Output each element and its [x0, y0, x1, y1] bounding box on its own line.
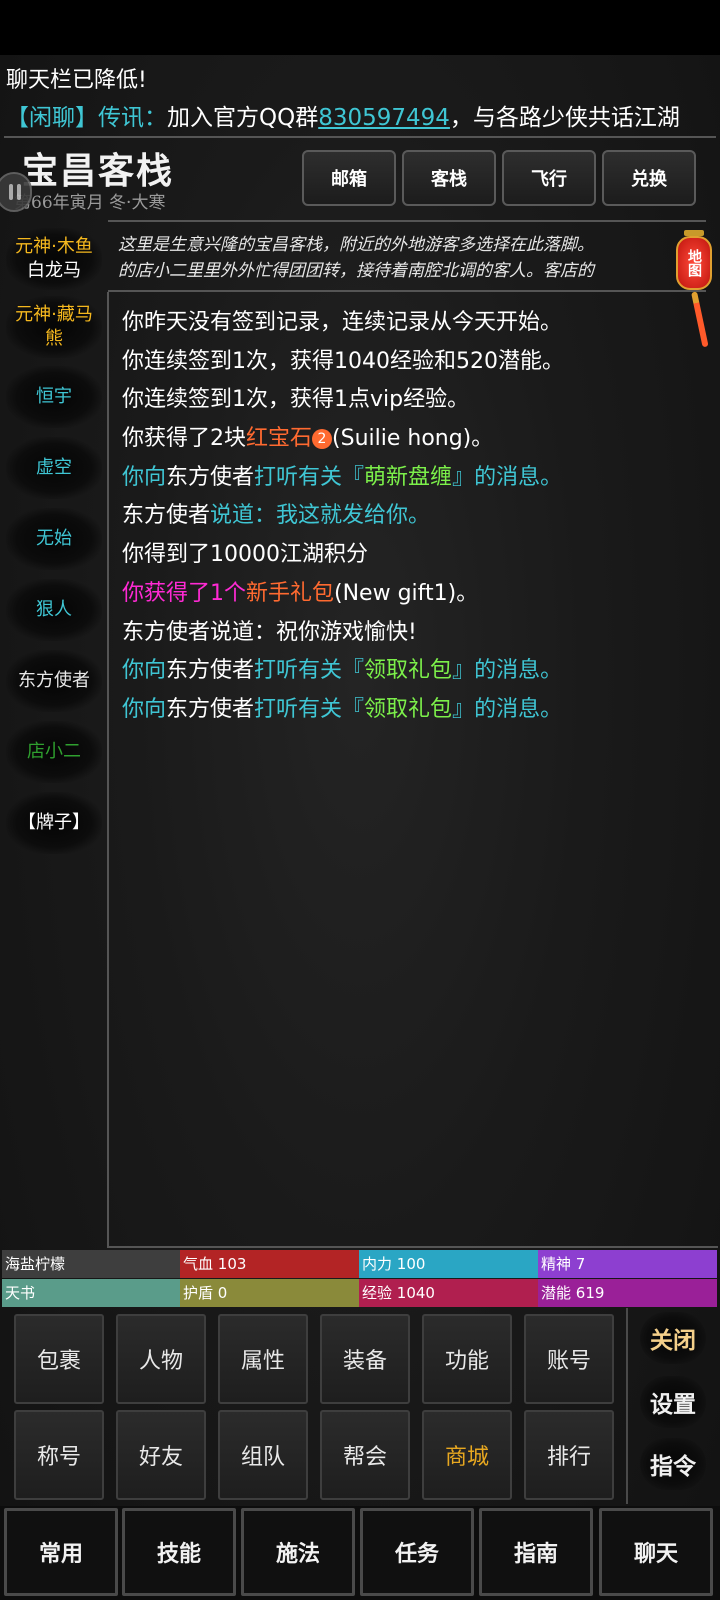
log-line: 你向东方使者打听有关『领取礼包』的消息。 [122, 696, 563, 722]
guild-button[interactable]: 帮会 [320, 1410, 410, 1500]
npc-name: 恒宇 [36, 386, 72, 407]
system-message: 聊天栏已降低! [6, 68, 147, 93]
npc-name: 狠人 [36, 599, 72, 620]
tab-chat[interactable]: 聊天 [599, 1508, 713, 1596]
log-line: 你连续签到1次，获得1点vip经验。 [122, 387, 470, 413]
mp-bar: 内力 100 [359, 1250, 538, 1278]
log-line: 你得到了10000江湖积分 [122, 542, 368, 568]
tab-common[interactable]: 常用 [4, 1508, 118, 1596]
npc-name: 元神·木鱼 [15, 236, 93, 257]
close-menu-button[interactable]: 关闭 [640, 1312, 706, 1364]
item-count-badge: 2 [312, 429, 333, 450]
ranking-button[interactable]: 排行 [524, 1410, 614, 1500]
npc-subname: 白龙马 [27, 260, 81, 281]
npc-name: 无始 [36, 528, 72, 549]
divider [107, 292, 109, 1248]
tab-quests[interactable]: 任务 [360, 1508, 474, 1596]
npc-yuanshen-muyu[interactable]: 元神·木鱼 白龙马 [6, 228, 102, 290]
npc-dongfang-shizhe[interactable]: 东方使者 [6, 650, 102, 712]
qq-group-link[interactable]: 830597494 [318, 105, 450, 131]
log-line: 东方使者说道：我这就发给你。 [122, 503, 431, 529]
tab-cast[interactable]: 施法 [241, 1508, 355, 1596]
chat-channel-tag: 【闲聊】 [6, 105, 98, 131]
log-line: 你向东方使者打听有关『领取礼包』的消息。 [122, 658, 563, 684]
inn-button[interactable]: 客栈 [402, 150, 496, 206]
location-description: 这里是生意兴隆的宝昌客栈，附近的外地游客多选择在此落脚。 的店小二里里外外忙得团… [108, 220, 706, 292]
log-line: 你获得了2块红宝石 2 (Suilie hong)。 [122, 426, 494, 452]
shield-bar: 护盾 0 [180, 1279, 359, 1307]
chat-line[interactable]: 【闲聊】传讯：加入官方QQ群830597494，与各路少侠共话江湖 [6, 98, 720, 132]
log-line: 东方使者说道：祝你游戏愉快! [122, 619, 417, 645]
team-button[interactable]: 组队 [218, 1410, 308, 1500]
spirit-bar: 精神 7 [538, 1250, 717, 1278]
item-link[interactable]: 新手礼包 [246, 581, 334, 606]
tab-skills[interactable]: 技能 [122, 1508, 236, 1596]
exchange-button[interactable]: 兑换 [602, 150, 696, 206]
settings-button[interactable]: 设置 [640, 1376, 706, 1428]
functions-button[interactable]: 功能 [422, 1314, 512, 1404]
chat-text-tail: ，与各路少侠共话江湖 [449, 105, 680, 131]
fly-button[interactable]: 飞行 [502, 150, 596, 206]
status-bar [0, 0, 720, 55]
equipment-button[interactable]: 装备 [320, 1314, 410, 1404]
log-line: 你连续签到1次，获得1040经验和520潜能。 [122, 348, 564, 374]
npc-paizi[interactable]: 【牌子】 [6, 792, 102, 854]
npc-subname: 熊 [45, 328, 63, 349]
map-label: 地图 [676, 236, 712, 290]
npc-name: 虚空 [36, 457, 72, 478]
account-button[interactable]: 账号 [524, 1314, 614, 1404]
commands-button[interactable]: 指令 [640, 1438, 706, 1490]
hp-bar: 气血 103 [180, 1250, 359, 1278]
description-line: 的店小二里里外外忙得团团转，接待着南腔北调的客人。客店的 [118, 261, 594, 281]
log-line: 你昨天没有签到记录，连续记录从今天开始。 [122, 310, 563, 335]
npc-henren[interactable]: 狠人 [6, 579, 102, 641]
log-line: 你向东方使者打听有关『萌新盘缠』的消息。 [122, 464, 563, 490]
npc-name: 元神·藏马 [15, 304, 93, 325]
game-date: 第66年寅月 冬·大寒 [14, 193, 166, 213]
tab-guide[interactable]: 指南 [479, 1508, 593, 1596]
mailbox-button[interactable]: 邮箱 [302, 150, 396, 206]
divider [108, 1246, 718, 1248]
character-button[interactable]: 人物 [116, 1314, 206, 1404]
npc-name: 【牌子】 [18, 812, 90, 833]
potential-bar: 潜能 619 [538, 1279, 717, 1307]
npc-yuanshen-zangma[interactable]: 元神·藏马 熊 [6, 296, 102, 358]
bag-button[interactable]: 包裹 [14, 1314, 104, 1404]
location-title: 宝昌客栈 [22, 150, 175, 192]
title-button[interactable]: 称号 [14, 1410, 104, 1500]
friends-button[interactable]: 好友 [116, 1410, 206, 1500]
item-link[interactable]: 红宝石 [246, 426, 312, 451]
chat-speaker: 传讯： [98, 105, 167, 131]
npc-dianxiaoer[interactable]: 店小二 [6, 721, 102, 783]
shop-button[interactable]: 商城 [422, 1410, 512, 1500]
book-bar[interactable]: 天书 [2, 1279, 180, 1307]
npc-wushi[interactable]: 无始 [6, 508, 102, 570]
attributes-button[interactable]: 属性 [218, 1314, 308, 1404]
floating-pause-icon[interactable] [0, 172, 32, 212]
player-name-bar[interactable]: 海盐柠檬 [2, 1250, 180, 1278]
divider [626, 1308, 628, 1504]
npc-name: 东方使者 [18, 670, 90, 691]
npc-hengyu[interactable]: 恒宇 [6, 366, 102, 428]
npc-xukong[interactable]: 虚空 [6, 437, 102, 499]
description-line: 这里是生意兴隆的宝昌客栈，附近的外地游客多选择在此落脚。 [118, 235, 594, 255]
npc-name: 店小二 [27, 741, 81, 762]
exp-bar: 经验 1040 [359, 1279, 538, 1307]
chat-text: 加入官方QQ群 [167, 105, 319, 131]
log-line: 你获得了1个新手礼包(New gift1)。 [122, 580, 479, 606]
message-log: 你昨天没有签到记录，连续记录从今天开始。 你连续签到1次，获得1040经验和52… [122, 304, 712, 730]
divider [4, 136, 716, 138]
